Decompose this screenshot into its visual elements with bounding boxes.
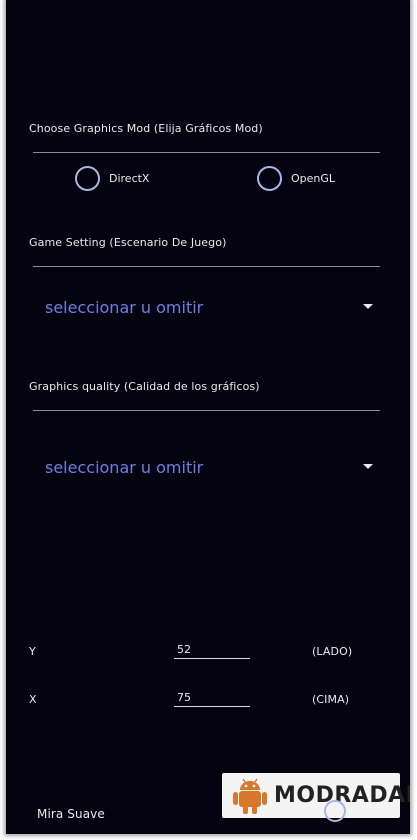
smooth-aim-toggle[interactable]: [324, 800, 346, 822]
game-setting-title: Game Setting (Escenario De Juego): [29, 236, 227, 249]
opengl-radio-label[interactable]: OpenGL: [291, 172, 335, 185]
x-input-value: 75: [177, 691, 191, 704]
game-setting-divider: [33, 266, 380, 267]
game-setting-select[interactable]: seleccionar u omitir: [33, 285, 380, 330]
chevron-down-icon: [363, 304, 373, 309]
chevron-down-icon: [363, 464, 373, 469]
x-suffix: (CIMA): [312, 693, 350, 706]
app-screen: Choose Graphics Mod (Elija Gráficos Mod)…: [6, 0, 410, 834]
graphics-quality-select-value: seleccionar u omitir: [45, 458, 204, 477]
x-label: X: [29, 693, 37, 706]
directx-radio-label[interactable]: DirectX: [109, 172, 149, 185]
graphics-quality-title: Graphics quality (Calidad de los gráfico…: [29, 380, 260, 393]
graphics-quality-select[interactable]: seleccionar u omitir: [33, 445, 380, 490]
smooth-aim-label: Mira Suave: [37, 807, 105, 821]
watermark-badge: MODRADAR: [222, 773, 410, 818]
android-logo-icon: [233, 778, 267, 814]
y-input-value: 52: [177, 643, 191, 656]
opengl-radio[interactable]: [257, 166, 282, 191]
y-label: Y: [29, 645, 36, 658]
directx-radio[interactable]: [75, 166, 100, 191]
graphics-quality-divider: [33, 410, 380, 411]
graphics-mod-divider: [33, 152, 380, 153]
graphics-mod-title: Choose Graphics Mod (Elija Gráficos Mod): [29, 122, 263, 135]
y-input[interactable]: 52: [174, 641, 250, 659]
x-input[interactable]: 75: [174, 689, 250, 707]
y-suffix: (LADO): [312, 645, 353, 658]
game-setting-select-value: seleccionar u omitir: [45, 298, 204, 317]
